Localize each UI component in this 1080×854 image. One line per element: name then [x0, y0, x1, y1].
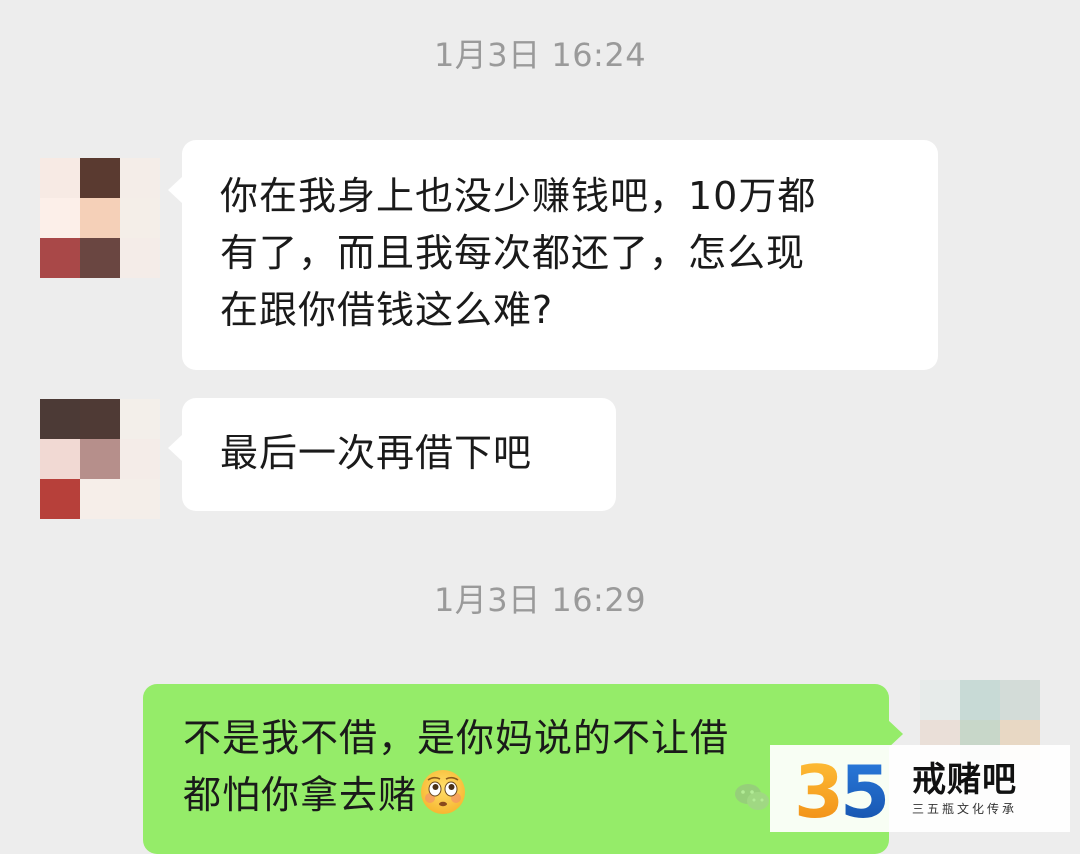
message-text: 你在我身上也没少赚钱吧，10万都 有了，而且我每次都还了，怎么现 在跟你借钱这么… — [220, 174, 817, 332]
contact-avatar[interactable] — [40, 158, 160, 278]
svg-text:3: 3 — [794, 753, 844, 825]
avatar-mosaic-cell — [120, 399, 160, 439]
avatar-mosaic-cell — [40, 439, 80, 479]
contact-avatar[interactable] — [40, 399, 160, 519]
avatar-mosaic-cell — [120, 198, 160, 238]
avatar-mosaic-cell — [40, 158, 80, 198]
avatar-mosaic-cell — [1000, 680, 1040, 720]
message-bubble-incoming[interactable]: 你在我身上也没少赚钱吧，10万都 有了，而且我每次都还了，怎么现 在跟你借钱这么… — [168, 140, 938, 370]
watermark-subtitle: 三五瓶文化传承 — [912, 801, 1018, 816]
avatar-mosaic-cell — [120, 479, 160, 519]
avatar-mosaic-cell — [80, 439, 120, 479]
avatar-mosaic-cell — [120, 238, 160, 278]
avatar-mosaic-cell — [40, 238, 80, 278]
watermark-logo: 3 5 — [794, 753, 890, 825]
watermark-title: 戒赌吧 — [912, 759, 1017, 800]
avatar-mosaic-cell — [80, 198, 120, 238]
avatar-mosaic-cell — [80, 158, 120, 198]
wechat-logo-icon — [735, 784, 769, 810]
avatar-mosaic-cell — [120, 439, 160, 479]
message-bubble-incoming[interactable]: 最后一次再借下吧 — [168, 398, 616, 511]
avatar-mosaic-cell — [40, 399, 80, 439]
watermark-badge: 3 5 戒赌吧 三五瓶文化传承 — [770, 745, 1070, 832]
avatar-mosaic-cell — [920, 680, 960, 720]
timestamp: 1月3日 16:29 — [433, 581, 647, 619]
avatar-mosaic-cell — [960, 680, 1000, 720]
svg-text:5: 5 — [840, 753, 890, 825]
message-text: 最后一次再借下吧 — [220, 431, 533, 475]
avatar-mosaic-cell — [80, 238, 120, 278]
avatar-mosaic-cell — [120, 158, 160, 198]
avatar-mosaic-cell — [80, 479, 120, 519]
avatar-mosaic-cell — [80, 399, 120, 439]
avatar-mosaic-cell — [40, 479, 80, 519]
flushed-face-emoji — [421, 770, 466, 814]
timestamp: 1月3日 16:24 — [433, 36, 647, 74]
avatar-mosaic-cell — [40, 198, 80, 238]
